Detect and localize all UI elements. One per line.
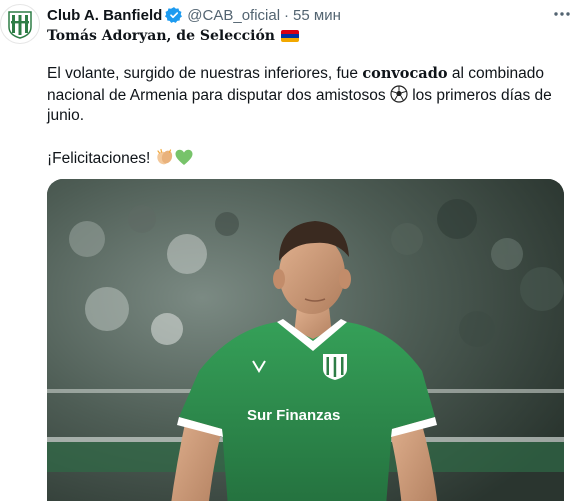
headline-text: Tomás Adoryan, de Selección	[47, 28, 275, 44]
player-photo	[47, 179, 564, 501]
tweet-paragraph-1: El volante, surgido de nuestras inferior…	[47, 64, 577, 127]
armenia-flag-icon	[281, 30, 299, 42]
tweet-paragraph-2: ¡Felicitaciones!	[47, 148, 577, 170]
text-segment: ¡Felicitaciones!	[47, 149, 155, 167]
soccer-ball-icon	[390, 84, 408, 103]
green-heart-icon	[175, 149, 193, 165]
text-segment: El volante, surgido de nuestras inferior…	[47, 65, 363, 82]
more-options-icon[interactable]	[551, 4, 573, 24]
tweet-text: El volante, surgido de nuestras inferior…	[47, 64, 577, 169]
tweet-time[interactable]: 55 мин	[293, 7, 341, 24]
separator-dot: ·	[284, 6, 290, 24]
tweet-photo[interactable]: Sur Finanzas	[47, 179, 564, 501]
verified-badge-icon	[165, 7, 183, 23]
avatar[interactable]	[0, 4, 40, 44]
tweet[interactable]: Club A. Banfield @CAB_oficial · 55 мин T…	[0, 0, 587, 501]
tweet-header: Club A. Banfield @CAB_oficial · 55 мин	[47, 4, 575, 26]
author-handle[interactable]: @CAB_oficial	[187, 7, 280, 24]
shirt-sponsor-text: Sur Finanzas	[247, 407, 341, 424]
bold-word: convocado	[362, 65, 448, 82]
clapping-hands-icon	[156, 148, 172, 164]
tweet-headline: Tomás Adoryan, de Selección	[47, 26, 299, 46]
banfield-crest-icon	[8, 11, 32, 39]
author-name[interactable]: Club A. Banfield	[47, 7, 162, 24]
